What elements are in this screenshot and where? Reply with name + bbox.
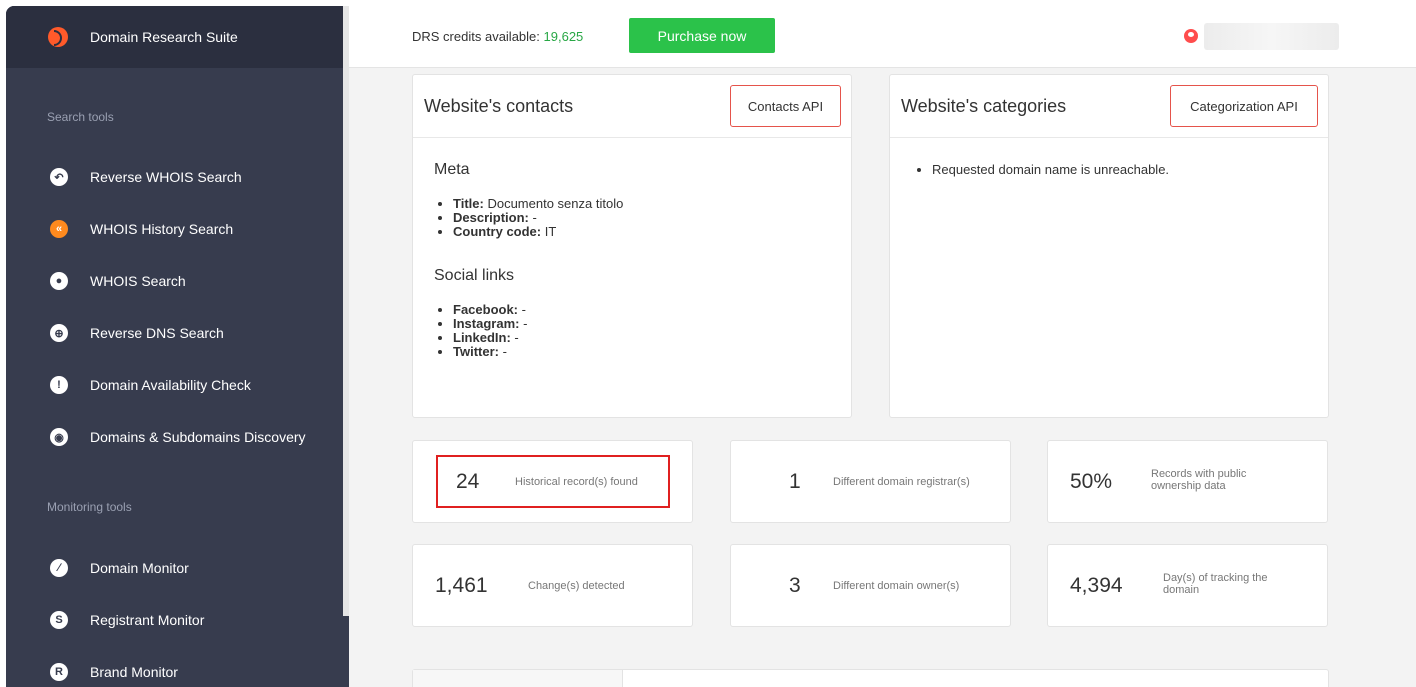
contacts-api-button[interactable]: Contacts API <box>730 85 841 127</box>
stat-card-changes: 1,461 Change(s) detected <box>412 544 693 627</box>
stat-label: Day(s) of tracking the domain <box>1163 572 1268 596</box>
sidebar-item-domain-availability[interactable]: ! Domain Availability Check <box>50 373 251 397</box>
bottom-panel-tab[interactable] <box>413 670 623 687</box>
app-window: Domain Research Suite Search tools ↶ Rev… <box>6 6 1416 687</box>
user-icon[interactable] <box>1184 29 1198 43</box>
discovery-icon: ◉ <box>50 428 68 446</box>
brand-name: Domain Research Suite <box>90 29 238 45</box>
sidebar: Domain Research Suite Search tools ↶ Rev… <box>6 6 349 687</box>
meta-list: Title: Documento senza titolo Descriptio… <box>453 197 623 239</box>
exclamation-icon: ! <box>50 376 68 394</box>
social-links-list: Facebook: - Instagram: - LinkedIn: - Twi… <box>453 303 527 359</box>
sidebar-item-reverse-dns[interactable]: ⊕ Reverse DNS Search <box>50 321 224 345</box>
whois-icon: ● <box>50 272 68 290</box>
sidebar-item-label: Brand Monitor <box>90 664 178 680</box>
sidebar-item-label: Domain Availability Check <box>90 377 251 393</box>
sidebar-item-whois-history[interactable]: « WHOIS History Search <box>50 217 233 241</box>
sidebar-item-label: WHOIS Search <box>90 273 186 289</box>
stat-value: 4,394 <box>1070 574 1123 597</box>
stat-label: Different domain registrar(s) <box>833 476 970 488</box>
stat-value: 3 <box>789 574 801 597</box>
stat-label: Records with public ownership data <box>1151 468 1247 492</box>
sidebar-item-label: Domains & Subdomains Discovery <box>90 429 306 445</box>
domain-monitor-icon: ∕ <box>50 559 68 577</box>
sidebar-item-whois-search[interactable]: ● WHOIS Search <box>50 269 186 293</box>
categories-list: Requested domain name is unreachable. <box>932 163 1169 177</box>
sidebar-scrollbar[interactable] <box>343 6 349 616</box>
social-links-heading: Social links <box>434 267 515 284</box>
sidebar-item-domain-monitor[interactable]: ∕ Domain Monitor <box>50 556 189 580</box>
bottom-panel <box>412 669 1329 687</box>
username-redacted[interactable] <box>1204 23 1339 50</box>
contacts-card-header: Website's contacts Contacts API <box>413 75 851 138</box>
reverse-whois-icon: ↶ <box>50 168 68 186</box>
sidebar-header[interactable]: Domain Research Suite <box>6 6 349 68</box>
stat-card-registrars: 1 Different domain registrar(s) <box>730 440 1011 523</box>
credits-label: DRS credits available: <box>412 29 540 44</box>
sidebar-item-brand-monitor[interactable]: R Brand Monitor <box>50 660 178 684</box>
contacts-title: Website's contacts <box>424 96 574 116</box>
sidebar-item-registrant-monitor[interactable]: S Registrant Monitor <box>50 608 204 632</box>
sidebar-item-label: Domain Monitor <box>90 560 189 576</box>
credits-display: DRS credits available: 19,625 <box>412 29 583 44</box>
stat-label: Different domain owner(s) <box>833 580 960 592</box>
globe-icon: ⊕ <box>50 324 68 342</box>
stat-card-tracking-days: 4,394 Day(s) of tracking the domain <box>1047 544 1328 627</box>
sidebar-item-label: Reverse WHOIS Search <box>90 169 242 185</box>
categories-message: Requested domain name is unreachable. <box>932 163 1169 177</box>
categories-title: Website's categories <box>901 96 1067 116</box>
list-item: Facebook: - <box>453 303 527 317</box>
categorization-api-button[interactable]: Categorization API <box>1170 85 1318 127</box>
stat-value: 24 <box>456 470 480 493</box>
stat-card-public-ownership: 50% Records with public ownership data <box>1047 440 1328 523</box>
meta-heading: Meta <box>434 161 470 178</box>
list-item: Country code: IT <box>453 225 623 239</box>
list-item: Description: - <box>453 211 623 225</box>
registrant-monitor-icon: S <box>50 611 68 629</box>
list-item: LinkedIn: - <box>453 331 527 345</box>
stat-card-owners: 3 Different domain owner(s) <box>730 544 1011 627</box>
whois-history-icon: « <box>50 220 68 238</box>
stat-label: Historical record(s) found <box>515 476 638 488</box>
top-bar: DRS credits available: 19,625 Purchase n… <box>349 6 1416 68</box>
list-item: Title: Documento senza titolo <box>453 197 623 211</box>
stat-value: 1,461 <box>435 574 488 597</box>
logo-icon <box>48 27 68 47</box>
sidebar-item-subdomains-discovery[interactable]: ◉ Domains & Subdomains Discovery <box>50 425 306 449</box>
list-item: Twitter: - <box>453 345 527 359</box>
categories-card-header: Website's categories Categorization API <box>890 75 1328 138</box>
purchase-button[interactable]: Purchase now <box>629 18 775 53</box>
sidebar-item-label: Registrant Monitor <box>90 612 205 628</box>
section-label-search-tools: Search tools <box>47 110 114 124</box>
stat-label: Change(s) detected <box>528 580 625 592</box>
registered-mark-icon: R <box>50 663 68 681</box>
list-item: Instagram: - <box>453 317 527 331</box>
sidebar-item-label: WHOIS History Search <box>90 221 234 237</box>
sidebar-item-label: Reverse DNS Search <box>90 325 224 341</box>
categories-card: Website's categories Categorization API … <box>889 74 1329 418</box>
section-label-monitoring-tools: Monitoring tools <box>47 500 132 514</box>
stat-card-historical-records: 24 Historical record(s) found <box>412 440 693 523</box>
stat-value: 1 <box>789 470 801 493</box>
contacts-card: Website's contacts Contacts API Meta Tit… <box>412 74 852 418</box>
credits-value: 19,625 <box>543 29 584 44</box>
stat-value: 50% <box>1070 470 1113 493</box>
sidebar-item-reverse-whois[interactable]: ↶ Reverse WHOIS Search <box>50 165 242 189</box>
